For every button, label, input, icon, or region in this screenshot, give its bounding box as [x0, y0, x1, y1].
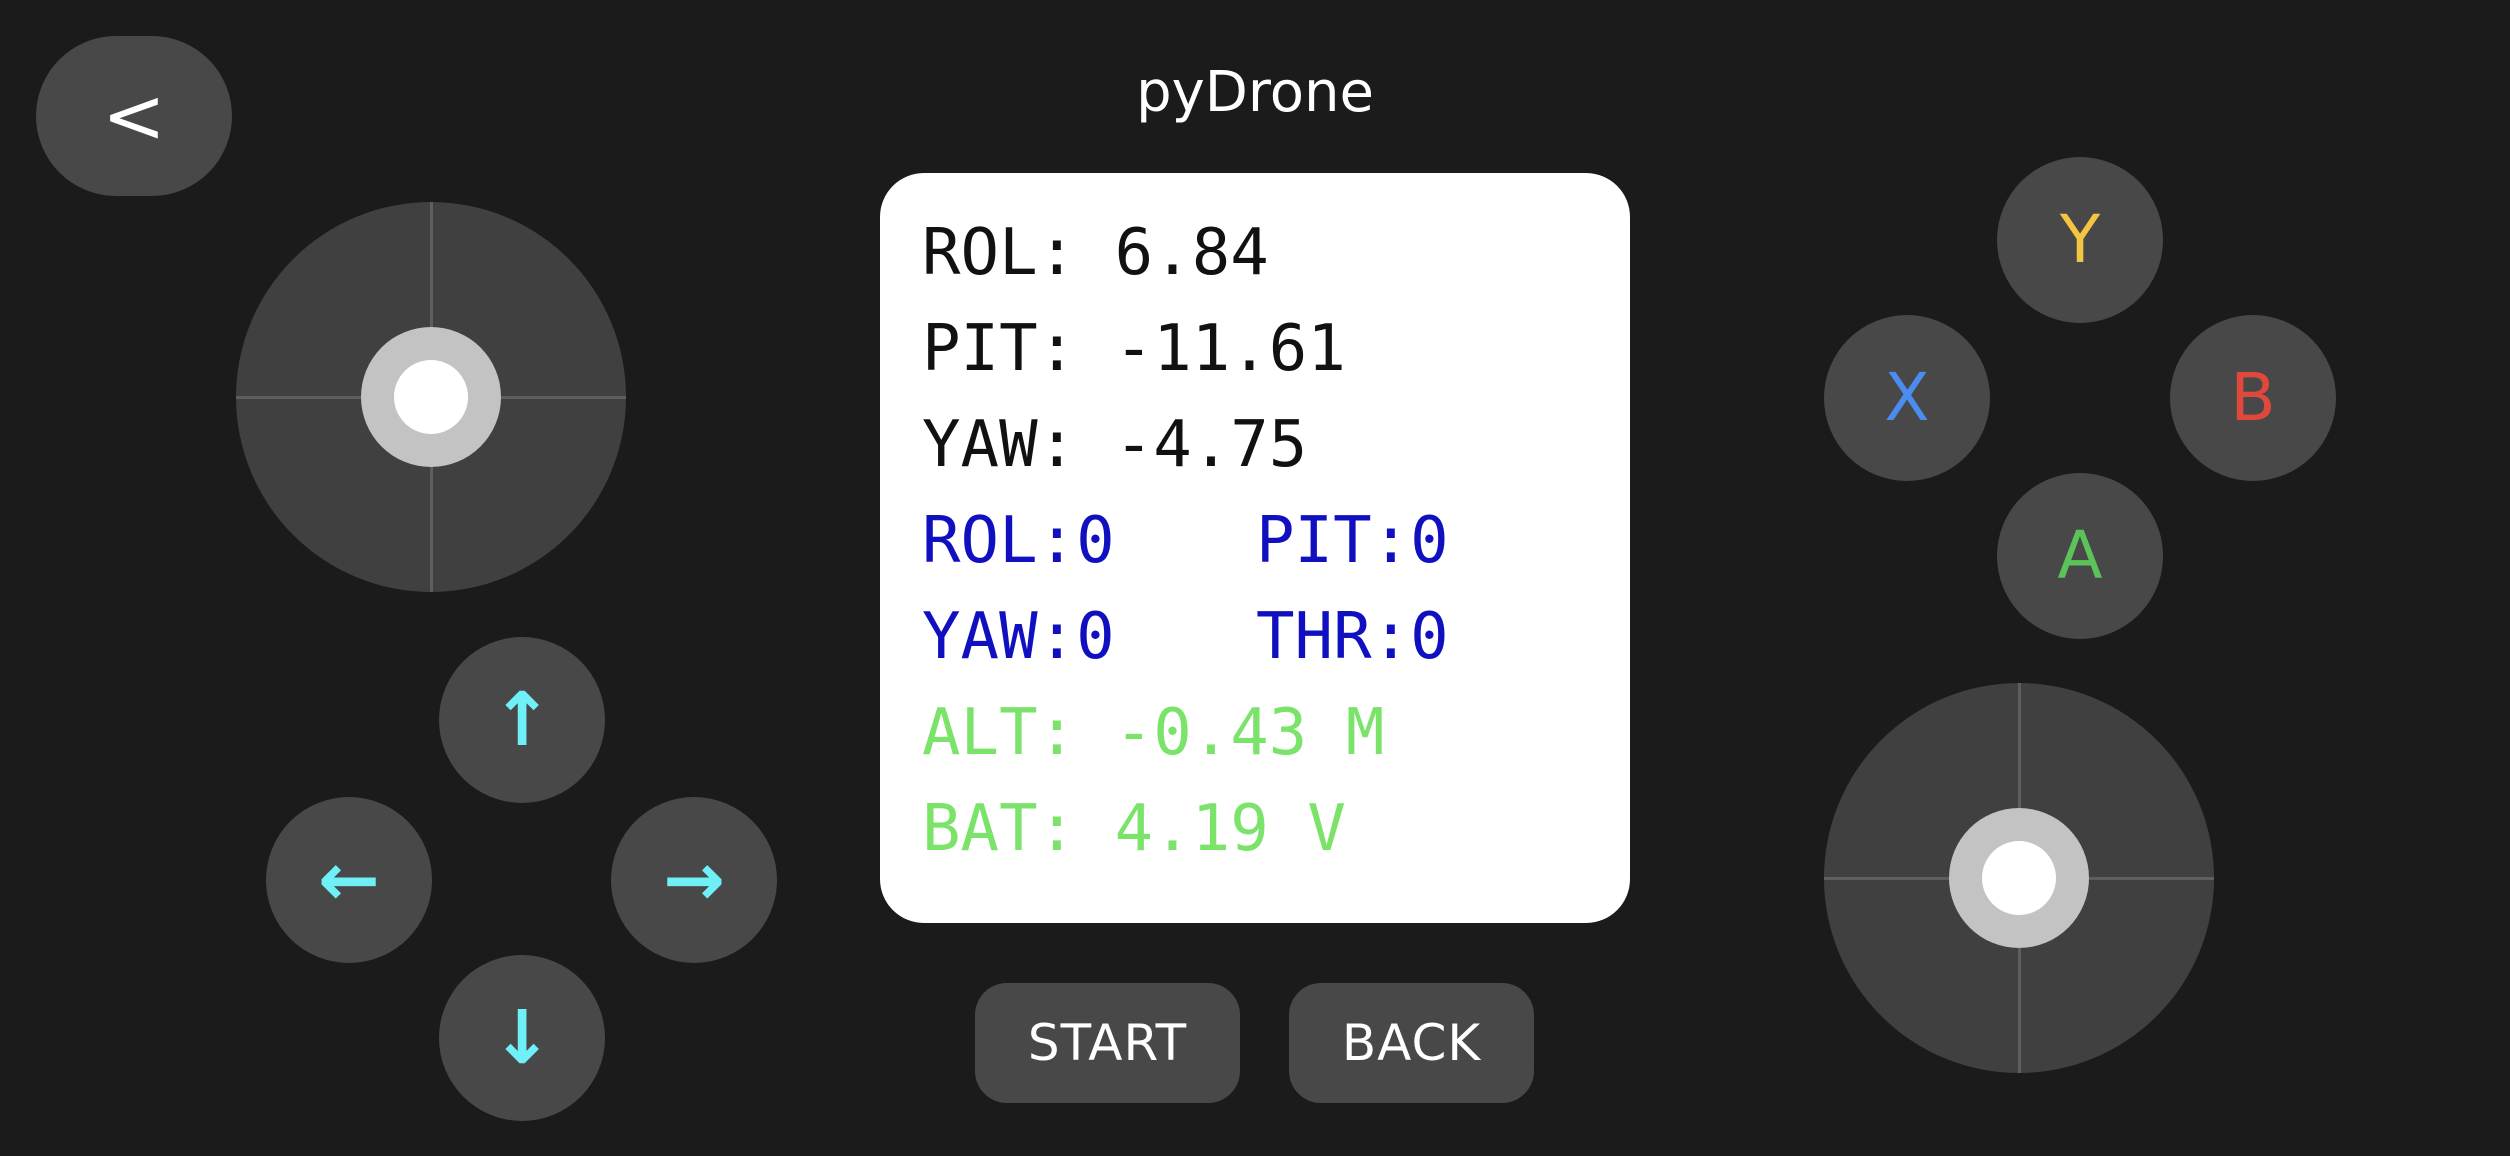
telemetry-altitude: ALT: -0.43 M	[922, 696, 1385, 770]
left-joystick[interactable]	[236, 202, 626, 592]
right-joystick[interactable]	[1824, 683, 2214, 1073]
a-button[interactable]: A	[1997, 473, 2163, 639]
telemetry-panel: ROL: 6.84 PIT: -11.61 YAW: -4.75 ROL:0 P…	[880, 173, 1630, 923]
dpad-right-button[interactable]: →	[611, 797, 777, 963]
arrow-down-icon: ↓	[490, 995, 553, 1081]
x-button[interactable]: X	[1824, 315, 1990, 481]
right-joystick-knob[interactable]	[1949, 808, 2089, 948]
left-joystick-knob-center	[394, 360, 468, 434]
control-throttle: THR:0	[1256, 600, 1449, 674]
back-nav-button[interactable]: <	[36, 36, 232, 196]
arrow-up-icon: ↑	[490, 677, 553, 763]
back-button[interactable]: BACK	[1289, 983, 1534, 1103]
y-button[interactable]: Y	[1997, 157, 2163, 323]
dpad-up-button[interactable]: ↑	[439, 637, 605, 803]
telemetry-roll: ROL: 6.84	[922, 216, 1269, 290]
telemetry-yaw: YAW: -4.75	[922, 408, 1308, 482]
control-roll: ROL:0	[922, 504, 1115, 578]
a-button-label: A	[2057, 517, 2103, 594]
drone-controller-screen: < pyDrone ↑ ← → ↓ ROL: 6.84 PIT: -11.61 …	[0, 0, 2510, 1156]
right-joystick-knob-center	[1982, 841, 2056, 915]
dpad-down-button[interactable]: ↓	[439, 955, 605, 1121]
y-button-label: Y	[2059, 201, 2101, 278]
chevron-left-icon: <	[102, 71, 166, 160]
arrow-right-icon: →	[662, 837, 725, 923]
b-button-label: B	[2230, 359, 2276, 436]
telemetry-pitch: PIT: -11.61	[922, 312, 1346, 386]
left-joystick-knob[interactable]	[361, 327, 501, 467]
x-button-label: X	[1884, 359, 1930, 436]
dpad-left-button[interactable]: ←	[266, 797, 432, 963]
telemetry-battery: BAT: 4.19 V	[922, 792, 1346, 866]
control-pitch: PIT:0	[1256, 504, 1449, 578]
arrow-left-icon: ←	[317, 837, 380, 923]
start-button[interactable]: START	[975, 983, 1240, 1103]
b-button[interactable]: B	[2170, 315, 2336, 481]
control-yaw: YAW:0	[922, 600, 1115, 674]
app-title: pyDrone	[1136, 60, 1374, 125]
